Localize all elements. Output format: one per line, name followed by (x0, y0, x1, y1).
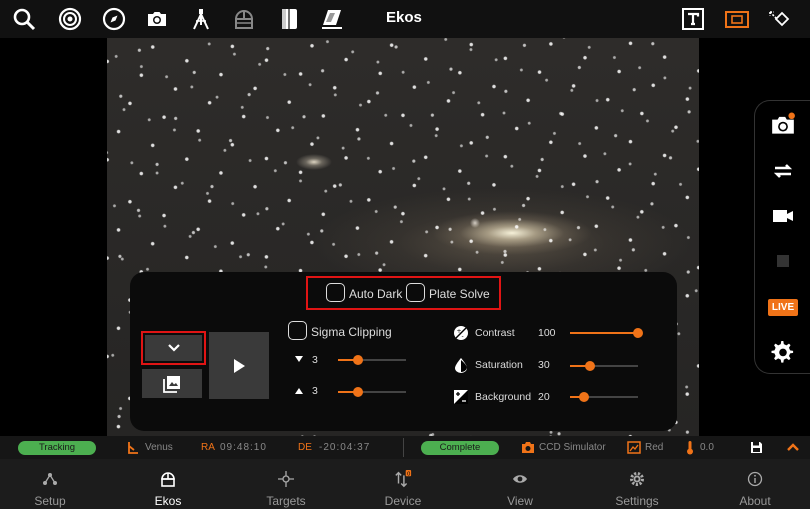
loop-icon[interactable] (769, 157, 797, 185)
contrast-value: 100 (538, 327, 556, 339)
sigma-clipping-checkbox[interactable] (288, 321, 307, 340)
nav-device-label: Device (384, 494, 422, 508)
nav-ekos[interactable]: Ekos (123, 459, 213, 509)
sigma-low-value: 3 (312, 354, 318, 366)
nav-settings[interactable]: Settings (592, 459, 682, 509)
chevron-down-icon (167, 344, 180, 352)
stop-icon[interactable] (769, 247, 797, 275)
de-label: DE (298, 442, 312, 453)
caret-up-icon (295, 388, 303, 394)
contrast-label: Contrast (475, 327, 515, 339)
filter-icon (627, 441, 641, 454)
gallery-icon (163, 375, 180, 393)
svg-text:-: - (462, 333, 464, 340)
play-icon (234, 358, 245, 373)
device-icon: 0 (394, 470, 412, 488)
mount-icon (128, 442, 138, 454)
saturation-icon (455, 358, 467, 373)
notebook-icon[interactable] (275, 5, 303, 33)
background-icon (454, 390, 468, 404)
contrast-icon: +- (454, 326, 468, 340)
thermometer-icon (687, 441, 693, 455)
saturation-label: Saturation (475, 359, 523, 371)
live-button[interactable]: LIVE (767, 293, 799, 321)
saturation-value: 30 (538, 359, 550, 371)
observatory-icon[interactable] (230, 5, 258, 33)
ekos-icon (159, 470, 177, 488)
svg-text:0: 0 (407, 471, 411, 477)
nav-about-label: About (739, 494, 771, 508)
nav-view-label: View (507, 494, 533, 508)
gallery-button[interactable] (142, 369, 202, 398)
temperature-value: 0.0 (700, 442, 714, 453)
top-toolbar: Ekos (0, 0, 810, 38)
capture-camera-icon[interactable] (769, 111, 797, 139)
eye-icon (511, 470, 529, 488)
auto-dark-label: Auto Dark (349, 287, 403, 301)
background-slider[interactable] (570, 392, 638, 402)
text-overlay-icon[interactable] (679, 5, 707, 33)
plate-solve-label: Plate Solve (429, 287, 490, 301)
live-label: LIVE (767, 298, 799, 316)
filter-name: Red (645, 442, 664, 453)
sigma-clipping-label: Sigma Clipping (311, 325, 392, 339)
status-divider (403, 438, 404, 457)
expand-button[interactable] (145, 335, 202, 361)
tripod-icon[interactable] (187, 5, 215, 33)
search-icon[interactable] (10, 5, 38, 33)
nav-targets[interactable]: Targets (241, 459, 331, 509)
sigma-high-value: 3 (312, 385, 318, 397)
app-title: Ekos (386, 9, 422, 26)
nav-setup[interactable]: Setup (5, 459, 95, 509)
settings-gear-icon[interactable] (769, 338, 797, 366)
sigma-low-slider[interactable] (338, 355, 406, 365)
bottom-navigation: Setup Ekos Targets 0 Device View Setting… (0, 459, 810, 509)
capture-side-panel: LIVE (754, 100, 810, 374)
camera-icon[interactable] (143, 5, 171, 33)
nav-setup-label: Setup (34, 494, 66, 508)
target-name: Venus (145, 442, 173, 453)
drag-icon[interactable] (765, 5, 793, 33)
targets-icon (277, 470, 295, 488)
camera-status-icon (522, 442, 534, 453)
nav-device[interactable]: 0 Device (358, 459, 448, 509)
nav-settings-label: Settings (615, 494, 659, 508)
chevron-up-icon[interactable] (786, 442, 800, 452)
nav-about[interactable]: About (710, 459, 800, 509)
camera-name: CCD Simulator (539, 442, 606, 453)
capture-complete-badge: Complete (421, 441, 499, 455)
setup-icon (41, 470, 59, 488)
flat-field-icon[interactable] (318, 5, 346, 33)
status-bar: Tracking Venus RA 09:48:10 DE -20:04:37 … (0, 436, 810, 459)
saturation-slider[interactable] (570, 361, 638, 371)
caret-down-icon (295, 356, 303, 362)
nav-targets-label: Targets (266, 494, 306, 508)
sigma-high-slider[interactable] (338, 387, 406, 397)
auto-dark-checkbox[interactable] (326, 283, 345, 302)
play-button[interactable] (209, 332, 269, 399)
target-icon[interactable] (56, 5, 84, 33)
settings-icon (628, 470, 646, 488)
compass-icon[interactable] (100, 5, 128, 33)
ra-value: 09:48:10 (220, 442, 267, 453)
background-label: Background (475, 391, 532, 403)
de-value: -20:04:37 (319, 442, 371, 453)
background-value: 20 (538, 391, 550, 403)
capture-options-panel: Auto Dark Plate Solve Sigma Clipping 3 3… (130, 272, 677, 431)
nav-view[interactable]: View (475, 459, 565, 509)
tracking-status-badge: Tracking (18, 441, 96, 455)
save-icon[interactable] (750, 441, 763, 454)
contrast-slider[interactable] (570, 328, 643, 338)
info-icon (746, 470, 764, 488)
ra-label: RA (201, 442, 215, 453)
video-icon[interactable] (769, 202, 797, 230)
nav-ekos-label: Ekos (154, 494, 182, 508)
plate-solve-checkbox[interactable] (406, 283, 425, 302)
frame-icon[interactable] (723, 5, 751, 33)
